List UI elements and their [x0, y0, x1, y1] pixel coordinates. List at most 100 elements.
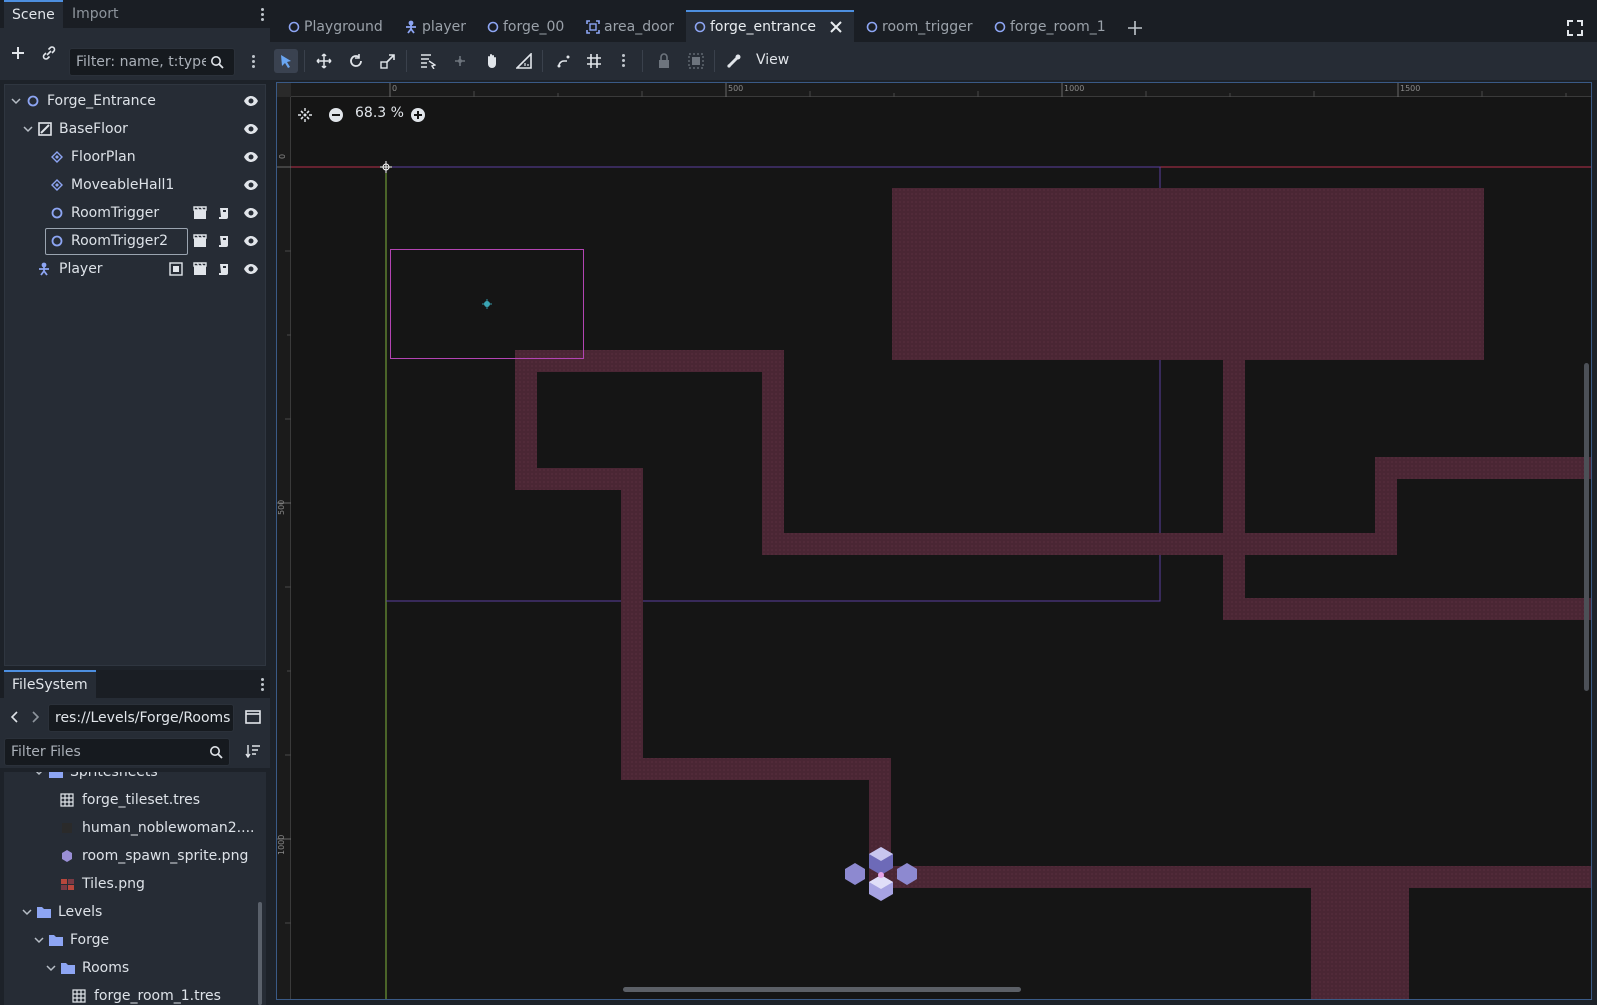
- group-icon[interactable]: [684, 49, 708, 73]
- link-icon[interactable]: [40, 44, 58, 62]
- chevron-down-icon[interactable]: [22, 907, 32, 917]
- sprite-icon: [60, 849, 74, 863]
- tab-forge-room-1[interactable]: forge_room_1: [990, 10, 1106, 42]
- chevron-down-icon[interactable]: [34, 772, 44, 777]
- fullscreen-icon[interactable]: [1567, 20, 1583, 36]
- ruler-label: 1000: [1064, 84, 1085, 93]
- chevron-down-icon[interactable]: [23, 124, 33, 134]
- zoom-level[interactable]: 68.3 %: [355, 105, 404, 121]
- view-menu[interactable]: View: [756, 52, 789, 68]
- instance-scene-icon[interactable]: [193, 206, 207, 220]
- snap-options-icon[interactable]: [612, 49, 636, 73]
- node-circle-icon: [694, 21, 706, 33]
- tilemap-icon: [37, 121, 53, 137]
- trigger-origin-icon[interactable]: [482, 299, 492, 309]
- filesystem-path-input[interactable]: res://Levels/Forge/Rooms: [48, 704, 234, 732]
- tab-filesystem[interactable]: FileSystem: [4, 670, 96, 698]
- toolbar-separator: [542, 50, 543, 72]
- list-item-label: Forge: [70, 932, 110, 948]
- add-node-icon[interactable]: [9, 44, 27, 62]
- tree-item-basefloor[interactable]: BaseFloor: [5, 115, 265, 143]
- visibility-eye-icon[interactable]: [243, 122, 259, 136]
- tab-forge-entrance[interactable]: forge_entrance: [686, 10, 854, 42]
- search-icon: [209, 745, 223, 759]
- lock-icon[interactable]: [652, 49, 676, 73]
- scene-menu-icon[interactable]: [252, 53, 256, 70]
- zoom-in-icon[interactable]: [410, 107, 426, 123]
- tree-item-roomtrigger2[interactable]: RoomTrigger2: [5, 227, 265, 255]
- tree-item-moveablehall1[interactable]: MoveableHall1: [5, 171, 265, 199]
- room-tile-block[interactable]: [892, 188, 1484, 360]
- chevron-down-icon[interactable]: [34, 935, 44, 945]
- filesystem-filter-input[interactable]: Filter Files: [4, 738, 230, 766]
- tileset-icon: [60, 793, 74, 807]
- tree-item-floorplan[interactable]: FloorPlan: [5, 143, 265, 171]
- dock-menu-icon[interactable]: [261, 6, 265, 23]
- vertical-scrollbar[interactable]: [1584, 363, 1589, 691]
- visibility-eye-icon[interactable]: [243, 94, 259, 108]
- filesystem-filter-placeholder: Filter Files: [11, 744, 81, 760]
- canvas-toolbar: View: [270, 42, 1597, 80]
- tree-item-label: RoomTrigger: [71, 205, 160, 221]
- script-icon[interactable]: [217, 234, 231, 248]
- chevron-right-icon[interactable]: [30, 710, 40, 724]
- horizontal-ruler[interactable]: 0 500 1000 1500: [277, 83, 1591, 97]
- folder-icon: [36, 905, 52, 919]
- toolbar-separator: [304, 50, 305, 72]
- scale-mode-icon[interactable]: [376, 49, 400, 73]
- add-tab-icon[interactable]: [1127, 20, 1143, 36]
- chevron-down-icon[interactable]: [46, 963, 56, 973]
- chevron-down-icon[interactable]: [11, 96, 21, 106]
- center-view-icon[interactable]: [297, 107, 313, 123]
- tab-area-door[interactable]: area_door: [582, 10, 674, 42]
- chevron-left-icon[interactable]: [10, 710, 20, 724]
- tab-player[interactable]: player: [400, 10, 466, 42]
- filesystem-menu-icon[interactable]: [261, 676, 265, 693]
- split-view-icon[interactable]: [245, 710, 261, 724]
- move-mode-icon[interactable]: [312, 49, 336, 73]
- canvas-viewport[interactable]: 0 500 1000 1500 0 500 1000 68.3 %: [276, 82, 1592, 1000]
- tree-item-forge-entrance[interactable]: Forge_Entrance: [5, 87, 265, 115]
- pivot-mode-icon[interactable]: [448, 49, 472, 73]
- filesystem-scrollbar[interactable]: [258, 902, 262, 1005]
- vertical-ruler[interactable]: 0 500 1000: [277, 83, 291, 999]
- scene-tree: Forge_Entrance BaseFloor FloorPlan Movea…: [4, 84, 266, 666]
- list-select-icon[interactable]: [416, 49, 440, 73]
- snap-options-dots: [622, 52, 626, 69]
- tab-playground[interactable]: Playground: [284, 10, 383, 42]
- rotate-mode-icon[interactable]: [344, 49, 368, 73]
- visibility-eye-icon[interactable]: [243, 150, 259, 164]
- snap-smart-icon[interactable]: [552, 49, 576, 73]
- skeleton-tool-icon[interactable]: [722, 49, 746, 73]
- scene-filter-input[interactable]: Filter: name, t:type, ...: [69, 48, 235, 76]
- tab-import[interactable]: Import: [64, 0, 126, 28]
- pan-mode-icon[interactable]: [480, 49, 504, 73]
- grid-snap-icon[interactable]: [582, 49, 606, 73]
- filesystem-dock-tabs: FileSystem: [0, 670, 270, 698]
- tab-room-trigger[interactable]: room_trigger: [862, 10, 973, 42]
- ruler-mode-icon[interactable]: [512, 49, 536, 73]
- player-sprite[interactable]: [845, 847, 917, 901]
- tilemap: [515, 188, 1591, 999]
- instance-scene-icon[interactable]: [193, 262, 207, 276]
- node-circle-icon: [27, 95, 39, 107]
- tab-forge-00[interactable]: forge_00: [483, 10, 564, 42]
- left-dock: Scene Import Filter: name, t:type, ... F…: [0, 0, 270, 1005]
- script-icon[interactable]: [217, 206, 231, 220]
- group-selected-icon[interactable]: [169, 262, 183, 276]
- select-mode-icon[interactable]: [274, 49, 298, 73]
- visibility-eye-icon[interactable]: [243, 234, 259, 248]
- instance-scene-icon[interactable]: [193, 234, 207, 248]
- tab-scene[interactable]: Scene: [4, 0, 63, 28]
- script-icon[interactable]: [217, 262, 231, 276]
- visibility-eye-icon[interactable]: [243, 206, 259, 220]
- tree-item-roomtrigger[interactable]: RoomTrigger: [5, 199, 265, 227]
- tree-item-player[interactable]: Player: [5, 255, 265, 283]
- horizontal-scrollbar[interactable]: [623, 987, 1021, 992]
- tree-item-label: BaseFloor: [59, 121, 128, 137]
- visibility-eye-icon[interactable]: [243, 262, 259, 276]
- sort-icon[interactable]: [245, 744, 261, 758]
- zoom-out-icon[interactable]: [328, 107, 344, 123]
- close-icon[interactable]: [830, 21, 842, 33]
- visibility-eye-icon[interactable]: [243, 178, 259, 192]
